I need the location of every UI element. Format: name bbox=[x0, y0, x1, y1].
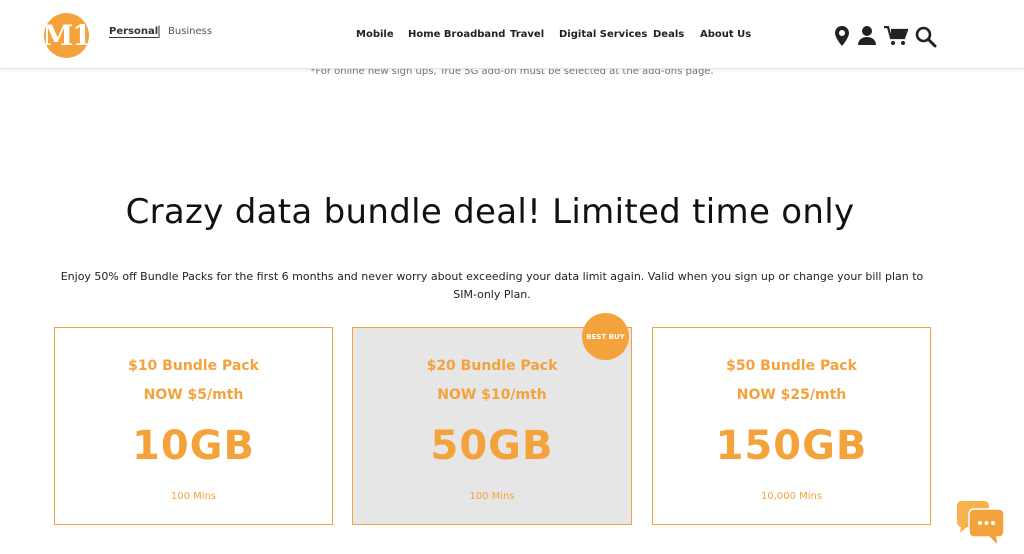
plan-data: 50GB bbox=[430, 423, 554, 469]
plan-data: 150GB bbox=[715, 423, 868, 469]
plan-data: 10GB bbox=[132, 423, 255, 469]
plan-name: $20 Bundle Pack bbox=[426, 358, 558, 374]
nav-deals[interactable]: Deals bbox=[653, 29, 684, 40]
nav-travel[interactable]: Travel bbox=[510, 29, 544, 40]
user-icon[interactable] bbox=[858, 26, 876, 45]
nav-mobile[interactable]: Mobile bbox=[356, 29, 394, 40]
plan-mins: 10,000 Mins bbox=[760, 491, 823, 502]
nav-digital-services[interactable]: Digital Services bbox=[559, 29, 647, 40]
site-header: M1 Personal | Business Mobile Home Broad… bbox=[0, 0, 1024, 69]
nav-about-us[interactable]: About Us bbox=[700, 29, 751, 40]
plan-name: $50 Bundle Pack bbox=[726, 358, 857, 374]
plan-name: $10 Bundle Pack bbox=[128, 358, 259, 374]
plan-mins: 100 Mins bbox=[170, 491, 217, 502]
page-headline: Crazy data bundle deal! Limited time onl… bbox=[125, 192, 855, 232]
location-pin-icon[interactable] bbox=[835, 26, 849, 46]
search-icon[interactable] bbox=[915, 26, 937, 48]
plan-price: NOW $25/mth bbox=[736, 387, 847, 403]
best-buy-badge: BEST BUY bbox=[582, 313, 629, 360]
nav-home-broadband[interactable]: Home Broadband bbox=[408, 29, 505, 40]
plan-price: NOW $10/mth bbox=[437, 387, 547, 403]
cart-icon[interactable] bbox=[884, 26, 908, 46]
segment-divider: | bbox=[157, 24, 162, 38]
segment-business-link[interactable]: Business bbox=[168, 26, 212, 37]
plan-mins: 100 Mins bbox=[469, 491, 515, 502]
plan-card-50[interactable]: $50 Bundle Pack NOW $25/mth 150GB 10,000… bbox=[652, 327, 931, 525]
plan-card-20[interactable]: $20 Bundle Pack NOW $10/mth 50GB 100 Min… bbox=[352, 327, 632, 525]
plan-card-10[interactable]: $10 Bundle Pack NOW $5/mth 10GB 100 Mins bbox=[54, 327, 333, 525]
plan-price: NOW $5/mth bbox=[143, 387, 244, 403]
promo-description: Enjoy 50% off Bundle Packs for the first… bbox=[60, 270, 924, 301]
m1-logo[interactable]: M1 bbox=[42, 13, 92, 58]
chat-bubbles-icon[interactable] bbox=[953, 500, 1009, 550]
segment-personal-link[interactable]: Personal bbox=[109, 26, 158, 37]
